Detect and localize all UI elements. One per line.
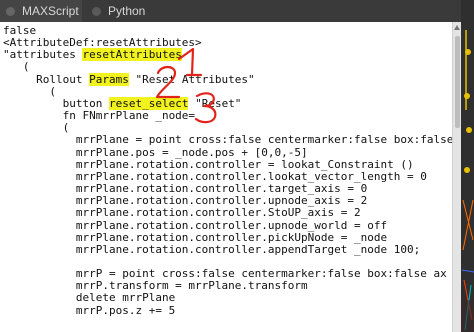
code-text-segment: mrrPlane.rotation.controller.upnode_worl… <box>3 218 388 232</box>
tab-circle-icon <box>6 6 15 16</box>
code-text-segment: delete mrrPlane <box>3 291 176 305</box>
code-text-segment: mrrPlane.rotation.controller.StoUP_axis … <box>3 206 361 220</box>
viewport-scene-icon <box>461 0 474 332</box>
viewport-panel <box>461 0 474 332</box>
code-text-segment: mrrPlane.rotation.controller.pickUpNode … <box>3 230 388 244</box>
code-text-segment: <AttributeDef:resetAttributes> <box>3 36 202 50</box>
code-text-segment: mrrPlane.rotation.controller.lookat_vect… <box>3 169 427 183</box>
svg-text:2: 2 <box>153 63 154 64</box>
annotation-2: 2 <box>153 63 181 99</box>
highlighted-text: resetAttributes <box>82 48 182 62</box>
code-line[interactable]: "attributes resetAttributes <box>3 48 452 62</box>
code-line[interactable]: Rollout Params "Reset Attributes" <box>3 72 452 86</box>
code-text-segment: button <box>3 96 109 110</box>
annotation-3: 3 <box>193 90 217 124</box>
code-text[interactable]: false <AttributeDef:resetAttributes> "attr… <box>3 24 452 317</box>
highlighted-text: Params <box>89 72 129 86</box>
svg-text:1: 1 <box>175 45 176 46</box>
tab-label: Python <box>108 4 146 18</box>
code-text-segment: mrrPlane = point cross:false centermarke… <box>3 133 452 147</box>
scrollbar-thumb[interactable] <box>455 36 460 128</box>
code-text-segment: mrrPlane.rotation.controller = lookat_Co… <box>3 157 414 171</box>
code-text-segment: mrrP.transform = mrrPlane.transform <box>3 279 308 293</box>
code-text-segment: mrrP.pos.z += 5 <box>3 303 176 317</box>
code-text-segment: mrrPlane.rotation.controller.target_axis… <box>3 182 368 196</box>
scroll-up-arrow-icon[interactable] <box>454 25 460 30</box>
code-text-segment: ( <box>3 60 30 74</box>
code-text-segment: mrrPlane.rotation.controller.upnode_axis… <box>3 194 368 208</box>
code-line[interactable]: mrrPlane.rotation.controller.appendTarge… <box>3 242 452 256</box>
svg-text:3: 3 <box>193 90 194 91</box>
code-text-segment: ( <box>3 121 70 135</box>
tab-label: MAXScript <box>22 4 79 18</box>
code-line[interactable]: fn FNmrrPlane _node= <box>3 110 452 122</box>
tab-python[interactable]: Python <box>86 0 166 22</box>
code-text-segment: mrrPlane.rotation.controller.appendTarge… <box>3 242 421 256</box>
code-editor[interactable]: false <AttributeDef:resetAttributes> "attr… <box>0 22 452 332</box>
code-text-segment: mrrP = point cross:false centermarker:fa… <box>3 267 447 281</box>
tab-bar: MAXScript Python <box>0 0 474 22</box>
code-line[interactable]: mrrP.pos.z += 5 <box>3 303 452 317</box>
code-text-segment: fn FNmrrPlane _node= <box>3 109 196 123</box>
code-text-segment: Rollout <box>3 72 90 86</box>
code-text-segment: ( <box>3 84 56 98</box>
code-text-segment: "attributes <box>3 48 83 62</box>
code-text-segment: mrrPlane.pos = _node.pos + [0,0,-5] <box>3 145 308 159</box>
code-text-segment: false <box>3 24 37 37</box>
tab-maxscript[interactable]: MAXScript <box>0 0 82 22</box>
tab-circle-icon <box>92 6 101 16</box>
